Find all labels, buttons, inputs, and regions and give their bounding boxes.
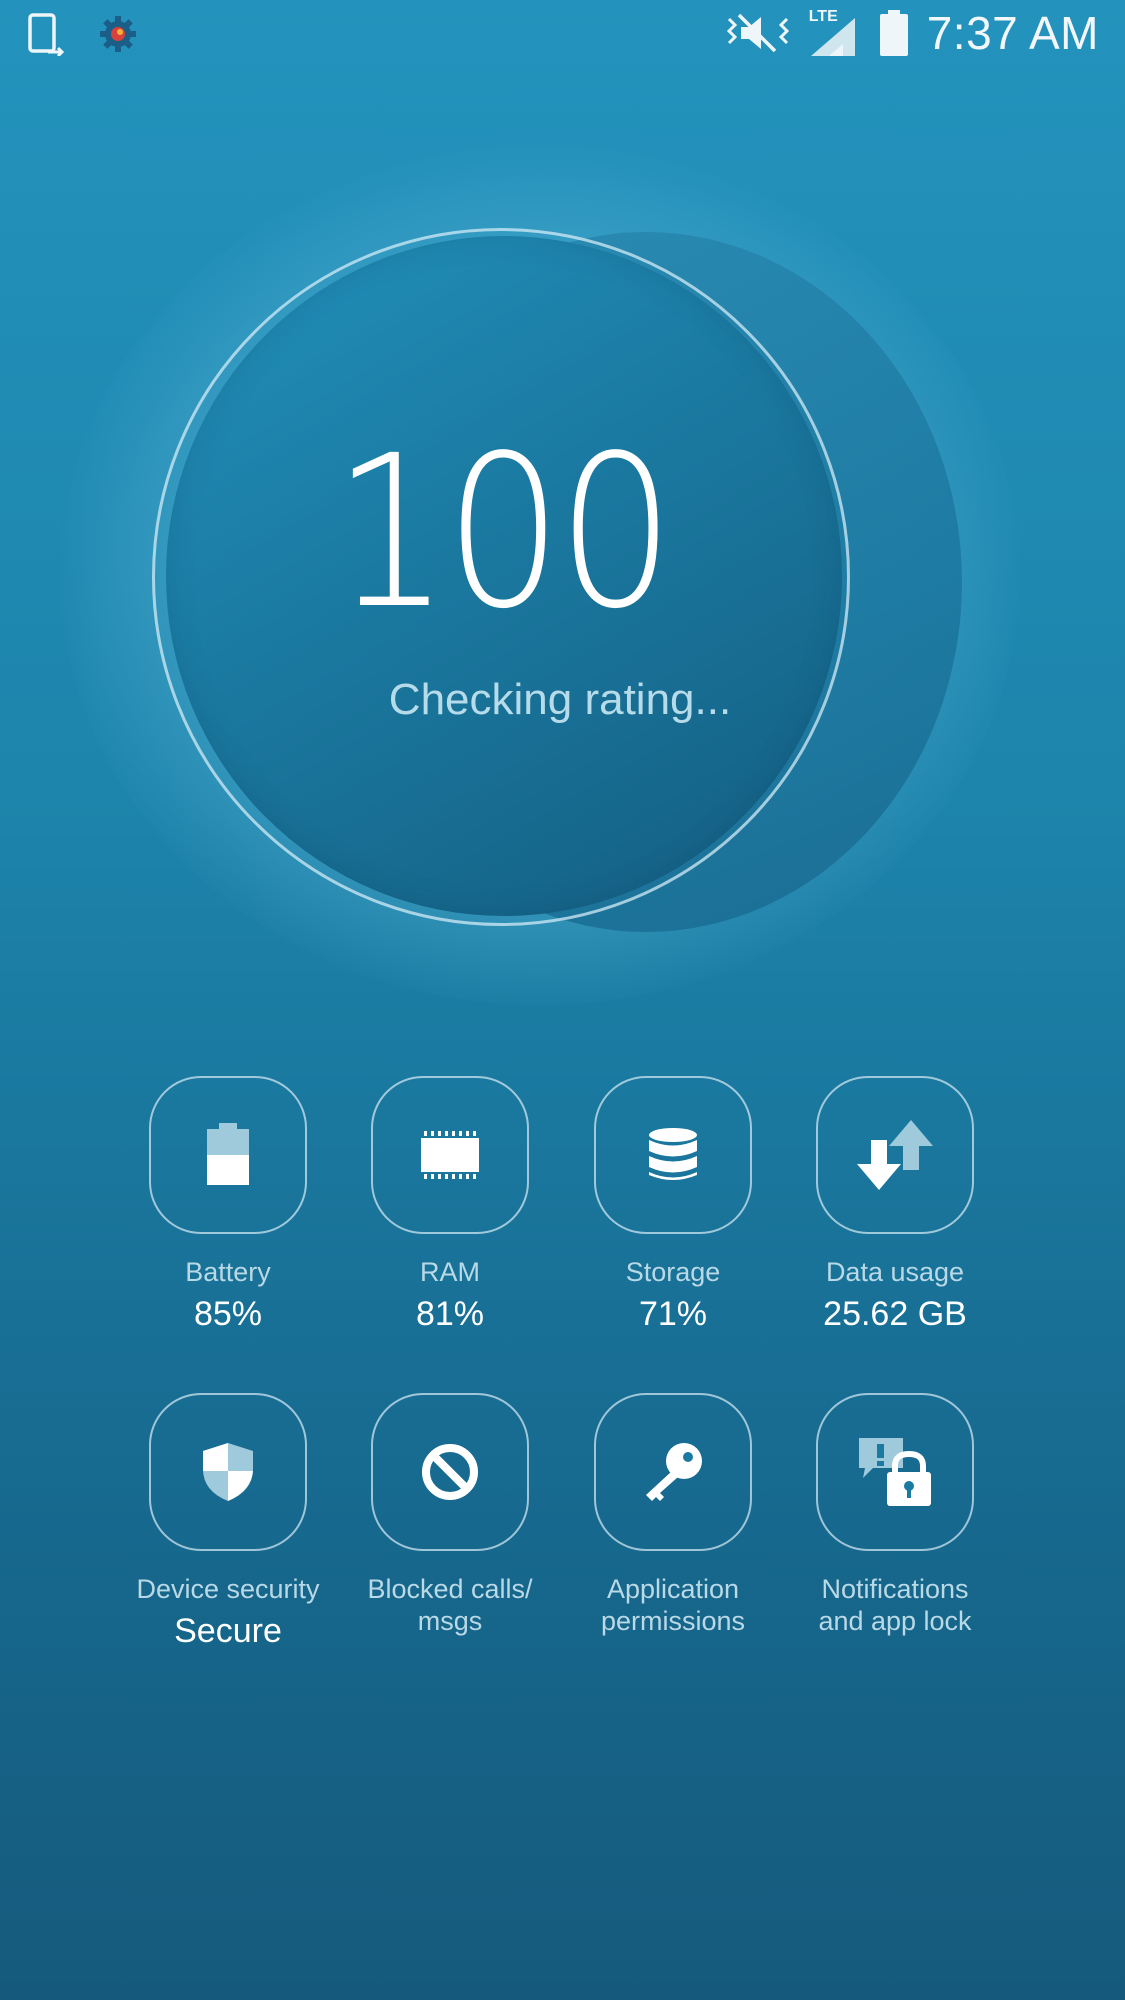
tile-device-security-button[interactable] [149, 1393, 307, 1551]
tile-data-usage-button[interactable] [816, 1076, 974, 1234]
tile-notifications-app-lock-button[interactable] [816, 1393, 974, 1551]
tile-value: 81% [415, 1295, 485, 1333]
tile-storage-button[interactable] [594, 1076, 752, 1234]
rating-status: Checking rating... [388, 675, 732, 724]
battery-icon [879, 9, 909, 57]
lte-signal: LTE [809, 8, 861, 58]
tile-data-usage[interactable]: Data usage 25.62 GB [784, 1076, 1006, 1334]
tile-label: Application permissions [600, 1574, 746, 1636]
signal-icon [810, 18, 855, 56]
notification-lock-icon [859, 1438, 931, 1506]
device-maintenance-screen: LTE 7:37 AM 100 Checking rating... Batte… [0, 0, 1125, 2000]
shield-icon [203, 1443, 253, 1501]
block-icon [422, 1444, 478, 1500]
mute-vibrate-icon [725, 11, 791, 55]
tile-blocked-calls-button[interactable] [371, 1393, 529, 1551]
tile-value: 85% [193, 1295, 263, 1333]
key-icon [646, 1443, 702, 1501]
status-bar: LTE 7:37 AM [0, 0, 1125, 70]
tile-notifications-app-lock[interactable]: Notifications and app lock [784, 1393, 1006, 1637]
tile-label: Blocked calls/ msgs [367, 1574, 533, 1636]
tile-value: 71% [638, 1295, 708, 1333]
tile-value: Secure [174, 1612, 282, 1650]
tile-ram[interactable]: RAM 81% [339, 1076, 561, 1334]
tile-value: 25.62 GB [823, 1295, 967, 1333]
settings-gear-icon [98, 14, 138, 54]
rating-score: 100 [332, 410, 675, 655]
tile-ram-button[interactable] [371, 1076, 529, 1234]
storage-database-icon [649, 1128, 697, 1180]
tile-label: Storage [625, 1257, 721, 1287]
tile-label: Battery [185, 1257, 271, 1287]
tile-label: RAM [420, 1257, 480, 1287]
tile-label: Notifications and app lock [818, 1574, 972, 1636]
tile-battery[interactable]: Battery 85% [117, 1076, 339, 1334]
tile-label: Data usage [825, 1257, 965, 1287]
tile-app-permissions-button[interactable] [594, 1393, 752, 1551]
clock: 7:37 AM [926, 7, 1099, 59]
tile-label: Device security [136, 1574, 320, 1604]
device-update-icon [24, 12, 68, 56]
tile-blocked-calls[interactable]: Blocked calls/ msgs [339, 1393, 561, 1637]
battery-icon [207, 1123, 249, 1185]
data-transfer-icon [857, 1120, 933, 1190]
tile-app-permissions[interactable]: Application permissions [562, 1393, 784, 1637]
tile-device-security[interactable]: Device security Secure [117, 1393, 339, 1651]
ram-chip-icon [421, 1131, 479, 1179]
tile-storage[interactable]: Storage 71% [562, 1076, 784, 1334]
tile-battery-button[interactable] [149, 1076, 307, 1234]
